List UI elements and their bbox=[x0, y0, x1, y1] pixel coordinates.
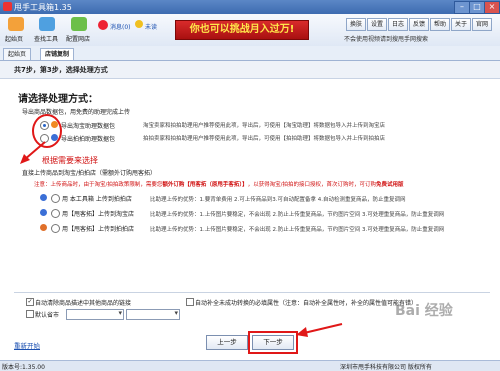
maximize-button[interactable]: □ bbox=[469, 1, 485, 14]
title-bar: 甩手工具箱1.35 – □ × bbox=[0, 0, 500, 14]
search-tool-icon bbox=[39, 17, 55, 31]
video-help-note[interactable]: 不会使用视频请到搜甩手网搜索 bbox=[344, 34, 428, 43]
default-region-checkbox[interactable] bbox=[26, 310, 34, 318]
status-bar: 版本号:1.35.00 深圳市甩手科技有限公司 版权所有 bbox=[0, 360, 500, 371]
city-select[interactable] bbox=[126, 309, 180, 320]
next-arrow-icon bbox=[296, 323, 343, 337]
upload-self-paipai-desc: 比助理上传的优势：1.要背单费用 2.可上传商品到3.可自动配置备拿 4.自动检… bbox=[150, 197, 406, 203]
default-region-label: 默认省市 bbox=[35, 312, 60, 319]
minimize-button[interactable]: – bbox=[454, 1, 470, 14]
notice-order-link[interactable]: 额外订购【甩客拓（原甩手客拓）】 bbox=[162, 182, 247, 188]
export-taobao-desc: 淘宝卖家和拍拍助理用户推荐使用此项，导出后，可使用【淘宝助理】将数据包导入并上传… bbox=[143, 123, 386, 129]
upload-tool-icon bbox=[40, 194, 47, 201]
toolbar-config-label: 配置网店 bbox=[66, 36, 91, 43]
unread-link[interactable]: 未读 bbox=[145, 22, 157, 31]
export-paipai-desc: 拍拍卖家和拍拍助理用户推荐使用此项，导出后，可使用【拍拍助理】将数据包导入并上传… bbox=[143, 136, 386, 142]
shuaiketuo-paipai-icon bbox=[40, 224, 47, 231]
log-button[interactable]: 日志 bbox=[388, 18, 408, 31]
settings-button[interactable]: 设置 bbox=[367, 18, 387, 31]
close-button[interactable]: × bbox=[484, 1, 500, 14]
home-icon bbox=[8, 17, 24, 31]
help-button[interactable]: 帮助 bbox=[430, 18, 450, 31]
tab-shop-copy[interactable]: 店铺复制 bbox=[40, 48, 75, 60]
clear-links-label: 自动清除商品描述中其他商品的链接 bbox=[35, 300, 132, 307]
next-step-highlight bbox=[248, 331, 298, 354]
upload-self-paipai-radio[interactable] bbox=[51, 194, 60, 203]
upload-paipai-label[interactable]: 用【甩客拓】上传到拍拍店 bbox=[62, 224, 134, 233]
message-icon bbox=[98, 20, 108, 30]
upload-paipai-radio[interactable] bbox=[51, 224, 60, 233]
app-logo-icon bbox=[3, 2, 12, 11]
website-button[interactable]: 官网 bbox=[472, 18, 492, 31]
section-export-label: 导出商品数据包，用免费的助理完成上传 bbox=[22, 109, 131, 116]
feedback-button[interactable]: 反馈 bbox=[409, 18, 429, 31]
upload-self-paipai-label[interactable]: 用 本工具箱 上传到拍拍店 bbox=[62, 194, 132, 203]
upload-taobao-radio[interactable] bbox=[51, 209, 60, 218]
upload-taobao-desc: 比助理上传的优势：1.上传图片要稳定，不会出现 2.防止上传重复商品，节约图片空… bbox=[150, 212, 445, 218]
upload-row: 用【甩客拓】上传到淘宝店 比助理上传的优势：1.上传图片要稳定，不会出现 2.防… bbox=[40, 208, 496, 219]
about-button[interactable]: 关于 bbox=[451, 18, 471, 31]
tab-bar: 起始页 店铺复制 bbox=[0, 46, 500, 61]
toolbar-start-page[interactable]: 起始页 bbox=[5, 16, 27, 44]
auto-complete-label: 自动补全未成功转换的必填属性（注意：自动补全属性时，补全的属性值可能有错） bbox=[195, 300, 418, 307]
step-header-text: 共7步，第3步，选择处理方式 bbox=[14, 66, 108, 74]
export-paipai-label[interactable]: 导出拍拍助理数据包 bbox=[61, 134, 115, 143]
message-link[interactable]: 消息(0) bbox=[110, 22, 131, 31]
shuaiketuo-icon bbox=[40, 209, 47, 216]
export-taobao-label[interactable]: 导出淘宝助理数据包 bbox=[61, 121, 115, 130]
auto-complete-checkbox[interactable] bbox=[186, 298, 194, 306]
notice-free-trial-link[interactable]: 免费试用版 bbox=[376, 182, 404, 188]
upload-row: 用【甩客拓】上传到拍拍店 比助理上传的优势：1.上传图片要稳定，不会出现 2.防… bbox=[40, 223, 496, 234]
upload-paipai-desc: 比助理上传的优势：1.上传图片要稳定，不会出现 2.防止上传重复商品，节约图片空… bbox=[150, 227, 445, 233]
notice-tail: ，以获得淘宝/拍拍的接口授权，首次订购时，可订购 bbox=[247, 182, 376, 188]
skin-button[interactable]: 换肤 bbox=[346, 18, 366, 31]
clear-links-checkbox[interactable]: ✓ bbox=[26, 298, 34, 306]
step-header: 共7步，第3步，选择处理方式 bbox=[0, 61, 500, 79]
watermark-logo: Bai 经验 bbox=[395, 303, 453, 319]
upload-taobao-label[interactable]: 用【甩客拓】上传到淘宝店 bbox=[62, 209, 134, 218]
restart-link[interactable]: 重新开始 bbox=[14, 340, 40, 350]
tab-start-page[interactable]: 起始页 bbox=[3, 48, 32, 60]
app-title: 甩手工具箱1.35 bbox=[14, 3, 72, 12]
previous-step-button[interactable]: 上一步 bbox=[206, 335, 248, 350]
toolbar-find-label: 查找工具 bbox=[34, 36, 59, 43]
notice-lead: 注意：上传商品时，由于淘宝/拍拍政策限制，需要您 bbox=[34, 182, 163, 188]
toolbar-start-label: 起始页 bbox=[5, 36, 24, 43]
province-select[interactable] bbox=[66, 309, 124, 320]
upload-row: 用 本工具箱 上传到拍拍店 比助理上传的优势：1.要背单费用 2.可上传商品到3… bbox=[40, 193, 496, 204]
divider bbox=[14, 292, 490, 293]
section-upload-label: 直接上传商品到淘宝/拍拍店（需额外订购甩客拓） bbox=[22, 170, 157, 177]
toolbar-config-shop[interactable]: 配置网店 bbox=[66, 16, 92, 44]
shop-config-icon bbox=[71, 17, 87, 31]
unread-icon bbox=[135, 20, 143, 28]
promo-banner[interactable]: 你也可以挑战月入过万! bbox=[175, 20, 309, 40]
page-title: 请选择处理方式： bbox=[18, 94, 98, 105]
upload-notice: 注意：上传商品时，由于淘宝/拍拍政策限制，需要您额外订购【甩客拓（原甩手客拓）】… bbox=[34, 180, 404, 188]
annotation-text: 根据需要来选择 bbox=[42, 156, 98, 165]
toolbar-find-tools[interactable]: 查找工具 bbox=[34, 16, 60, 44]
